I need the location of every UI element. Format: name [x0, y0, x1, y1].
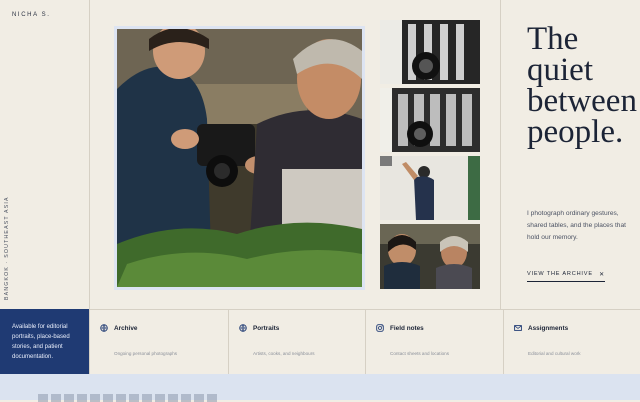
globe-icon — [239, 324, 247, 332]
conversation-image — [380, 224, 480, 289]
featured-photo[interactable] — [114, 26, 365, 290]
location-label: BANGKOK · SOUTHEAST ASIA — [4, 196, 10, 300]
brand-name[interactable]: NICHA S. — [12, 12, 50, 18]
rail-divider — [89, 0, 90, 309]
availability-text: Available for editorial portraits, place… — [12, 324, 70, 360]
availability-panel: Available for editorial portraits, place… — [0, 309, 89, 374]
headline-line-2: quiet — [527, 52, 593, 88]
mail-icon — [514, 324, 522, 332]
globe-icon — [100, 324, 108, 332]
gallery-visitor-image — [380, 156, 480, 220]
next-section-strip — [0, 374, 640, 402]
view-archive-link[interactable]: VIEW THE ARCHIVE ✕ — [527, 271, 605, 282]
x-icon: ✕ — [599, 272, 605, 278]
view-archive-label: VIEW THE ARCHIVE — [527, 271, 593, 277]
thumb-conversation[interactable] — [380, 224, 480, 289]
card-title: Portraits — [253, 325, 280, 332]
card-title: Assignments — [528, 325, 569, 332]
card-description: Contact sheets and locations — [390, 351, 449, 356]
card-description: Ongoing personal photographs — [114, 351, 178, 356]
card-title: Archive — [114, 325, 138, 332]
headline-line-1: The — [527, 21, 579, 57]
thumb-contact-sheet-1[interactable] — [380, 20, 480, 84]
intro-text: I photograph ordinary gestures, shared t… — [527, 210, 626, 241]
loupe-image — [380, 88, 480, 152]
hero-headline: The quiet between people. — [527, 21, 640, 150]
headline-line-4: people. — [527, 114, 624, 150]
card-title: Field notes — [390, 325, 424, 332]
card-assignments[interactable]: Assignments Editorial and cultural work — [503, 309, 640, 374]
card-portraits[interactable]: Portraits Artists, cooks, and neighbours — [228, 309, 365, 374]
card-description: Editorial and cultural work — [528, 351, 581, 356]
next-section-heading-peek — [38, 394, 218, 402]
card-description: Artists, cooks, and neighbours — [253, 351, 315, 356]
market-scene-image — [117, 29, 362, 287]
instagram-icon — [376, 324, 384, 332]
content-divider — [500, 0, 501, 309]
thumb-gallery[interactable] — [380, 156, 480, 220]
contact-sheet-image — [380, 20, 480, 84]
headline-line-3: between — [527, 83, 637, 119]
thumb-contact-sheet-2[interactable] — [380, 88, 480, 152]
card-field-notes[interactable]: Field notes Contact sheets and locations — [365, 309, 503, 374]
card-archive[interactable]: Archive Ongoing personal photographs — [89, 309, 228, 374]
